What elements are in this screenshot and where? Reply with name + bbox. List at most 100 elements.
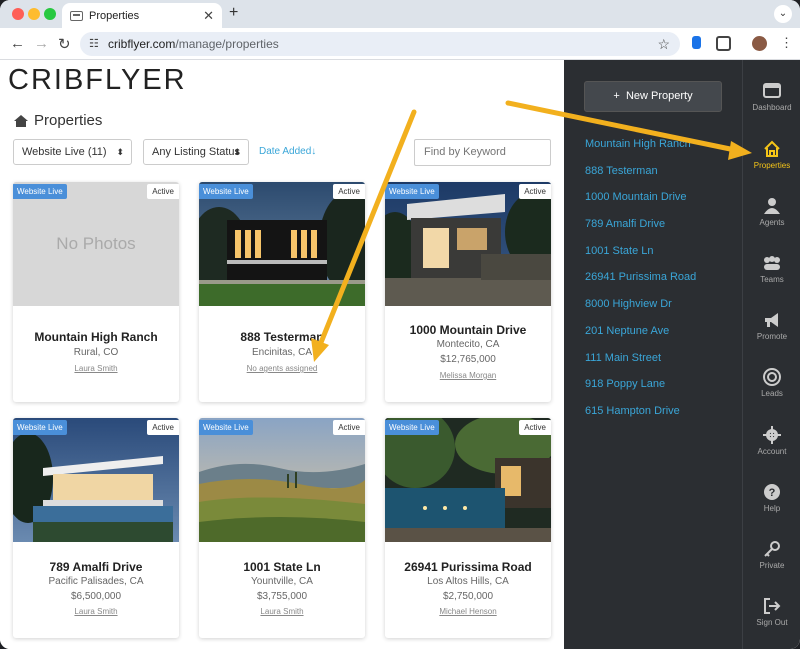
nav-label: Private [759,561,785,570]
website-live-badge: Website Live [385,184,439,199]
property-photo [385,182,551,306]
sort-date-added-link[interactable]: Date Added↓ [259,146,316,157]
close-window-button[interactable] [12,8,24,20]
property-link[interactable]: 789 Amalfi Drive [585,217,696,244]
agent-link[interactable]: Laura Smith [199,607,365,616]
agent-link[interactable]: Laura Smith [13,364,179,373]
nav-label: Help [763,504,781,513]
property-link[interactable]: 1001 State Ln [585,244,696,271]
property-card[interactable]: No Photos Website Live Active Mountain H… [13,182,179,402]
property-link[interactable]: 111 Main Street [585,351,696,378]
keyword-search-input[interactable] [414,139,551,166]
profile-avatar[interactable] [752,36,767,51]
listing-status-filter[interactable]: Any Listing Status ⬍ [143,139,249,165]
active-badge: Active [519,184,551,199]
property-link-list: Mountain High Ranch 888 Testerman 1000 M… [585,137,696,431]
property-link[interactable]: 1000 Mountain Drive [585,190,696,217]
property-location: Pacific Palisades, CA [48,576,144,587]
home-icon [14,114,28,127]
nav-label: Promote [756,332,788,341]
nav-label: Leads [761,389,783,398]
property-name[interactable]: 1001 State Ln [199,560,365,574]
nav-label: Agents [759,218,785,227]
key-icon [764,541,780,557]
property-card[interactable]: Website Live Active 888 Testerman Encini… [199,182,365,402]
property-name[interactable]: 26941 Purissima Road [385,560,551,574]
tab-close-icon[interactable]: ✕ [203,8,214,24]
active-badge: Active [147,184,179,199]
property-link[interactable]: Mountain High Ranch [585,137,696,164]
extensions-puzzle-icon[interactable] [716,36,731,51]
minimize-window-button[interactable] [28,8,40,20]
property-name[interactable]: 789 Amalfi Drive [13,560,179,574]
active-badge: Active [519,420,551,435]
address-bar[interactable]: ☷ cribflyer.com/manage/properties ☆ [80,32,680,56]
property-link[interactable]: 918 Poppy Lane [585,377,696,404]
site-settings-icon[interactable]: ☷ [89,32,99,56]
property-price: $12,765,000 [440,354,496,365]
plus-icon: + [613,90,620,102]
property-link[interactable]: 8000 Highview Dr [585,297,696,324]
extension-icon[interactable] [692,36,701,49]
property-link[interactable]: 615 Hampton Drive [585,404,696,431]
agent-link[interactable]: Melissa Morgan [385,371,551,380]
nav-properties[interactable]: Properties [743,140,800,170]
website-live-badge: Website Live [13,420,67,435]
target-icon [763,368,781,386]
property-card[interactable]: Website Live Active 26941 Purissima Road… [385,418,551,638]
property-link[interactable]: 888 Testerman [585,164,696,191]
website-live-filter[interactable]: Website Live (11) ⬍ [13,139,132,165]
property-link[interactable]: 201 Neptune Ave [585,324,696,351]
browser-menu-icon[interactable]: ⋮ [780,35,793,51]
browser-tab[interactable]: Properties ✕ [62,3,222,28]
property-link[interactable]: 26941 Purissima Road [585,270,696,297]
url-path: /manage/properties [175,37,279,51]
property-name[interactable]: 1000 Mountain Drive [385,323,551,337]
maximize-window-button[interactable] [44,8,56,20]
nav-account[interactable]: Account [743,426,800,456]
forward-arrow-icon[interactable]: → [34,35,49,52]
new-tab-button[interactable]: + [229,4,238,22]
website-live-badge: Website Live [199,420,253,435]
nav-teams[interactable]: Teams [743,254,800,284]
nav-leads[interactable]: Leads [743,368,800,398]
property-card[interactable]: Website Live Active 1001 State Ln Yountv… [199,418,365,638]
nav-sign-out[interactable]: Sign Out [743,597,800,627]
property-card[interactable]: Website Live Active 1000 Mountain Drive … [385,182,551,402]
agent-link[interactable]: Michael Henson [385,607,551,616]
dashboard-icon [763,83,781,98]
nav-agents[interactable]: Agents [743,197,800,227]
tab-search-chevron-icon[interactable]: ⌄ [774,5,792,23]
site-logo[interactable]: CRIBFLYER [8,64,187,97]
help-icon: ? [764,484,780,500]
property-name[interactable]: Mountain High Ranch [13,330,179,344]
listing-status-filter-value: Any Listing Status [152,146,241,158]
nav-promote[interactable]: Promote [743,311,800,341]
new-property-button[interactable]: + New Property [584,81,722,112]
property-name[interactable]: 888 Testerman [199,330,365,344]
nav-help[interactable]: ? Help [743,483,800,513]
agent-link[interactable]: Laura Smith [13,607,179,616]
nav-dashboard[interactable]: Dashboard [743,82,800,112]
nav-label: Sign Out [756,618,788,627]
property-location: Encinitas, CA [251,347,313,358]
nav-private[interactable]: Private [743,540,800,570]
active-badge: Active [333,184,365,199]
property-location: Yountville, CA [251,576,313,587]
property-location: Rural, CO [73,347,119,358]
property-list-panel: + New Property Mountain High Ranch 888 T… [564,60,742,649]
home-icon [764,140,780,157]
gear-icon [763,426,781,444]
svg-text:?: ? [769,487,776,499]
agent-link[interactable]: No agents assigned [199,364,365,373]
bookmark-star-icon[interactable]: ☆ [657,32,670,56]
tab-title: Properties [89,9,140,22]
person-icon [764,198,780,214]
property-card[interactable]: Website Live Active 789 Amalfi Drive Pac… [13,418,179,638]
property-photo [13,418,179,542]
page-title: Properties [14,112,102,129]
back-arrow-icon[interactable]: ← [10,35,25,52]
new-property-label: New Property [625,90,693,102]
active-badge: Active [333,420,365,435]
reload-icon[interactable]: ↻ [58,35,71,53]
